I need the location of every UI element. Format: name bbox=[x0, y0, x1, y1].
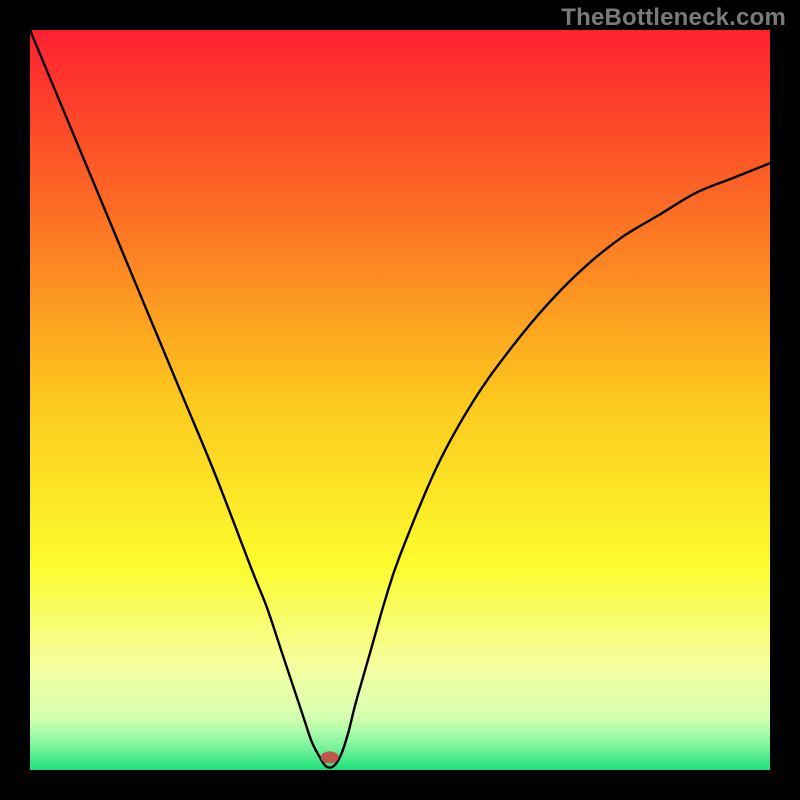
chart-svg bbox=[30, 30, 770, 770]
plot-area bbox=[30, 30, 770, 770]
chart-frame: TheBottleneck.com bbox=[0, 0, 800, 800]
optimal-marker bbox=[321, 751, 339, 763]
gradient-rect bbox=[30, 30, 770, 770]
watermark-text: TheBottleneck.com bbox=[561, 4, 786, 32]
